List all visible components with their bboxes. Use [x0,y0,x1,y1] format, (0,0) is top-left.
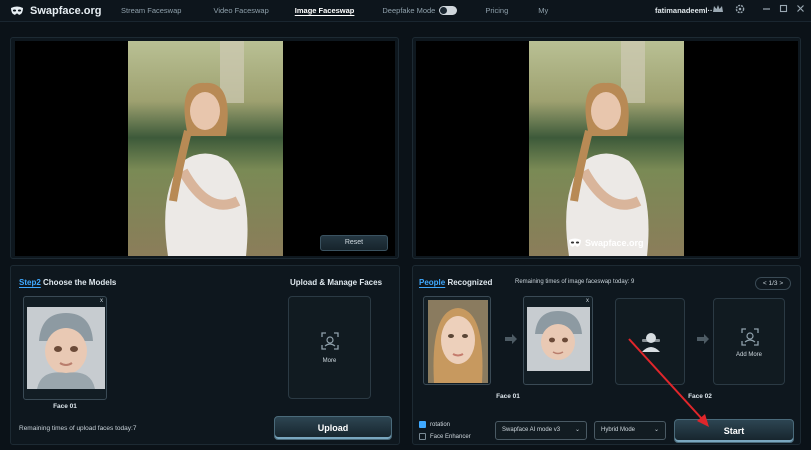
upload-manage-title: Upload & Manage Faces [290,278,383,287]
app-logo[interactable]: Swapface.org [10,5,110,17]
detected-face-2-card[interactable] [615,298,685,385]
model-face-label: Face 01 [53,403,77,410]
watermark: Swapface.org [568,238,644,248]
person-placeholder-icon [642,333,660,352]
user-name[interactable]: fatimanadeeml·· [655,6,713,15]
add-more-card[interactable]: Add More [713,298,785,385]
ai-mode-value: Swapface AI mode v3 [502,427,561,433]
face-02-label: Face 02 [688,393,712,400]
settings-icon[interactable] [734,4,746,16]
source-photo [128,41,283,256]
watermark-text: Swapface.org [585,238,644,248]
remove-target-face-icon[interactable]: x [586,298,589,304]
target-face-1-image [527,307,590,371]
face-01-label: Face 01 [496,393,520,400]
add-face-scan-icon [741,328,759,346]
nav-deepfake-mode[interactable]: Deepfake Mode [382,6,435,15]
nav-pricing[interactable]: Pricing [485,6,508,15]
nav-stream-faceswap[interactable]: Stream Faceswap [121,6,181,15]
models-panel: Step2 Choose the Models Upload & Manage … [10,265,400,445]
app-name: Swapface.org [30,4,102,17]
close-icon[interactable] [794,4,806,16]
face-scan-icon [321,332,339,350]
result-image-viewer: Swapface.org [416,41,798,256]
upload-button[interactable]: Upload [274,416,392,440]
detected-face-1-image [428,300,488,383]
people-section-title: People Recognized [419,278,493,287]
main-nav: Stream Faceswap Video Faceswap Image Fac… [121,6,548,15]
face-enhancer-label: Face Enhancer [430,433,471,440]
minimize-icon[interactable] [760,4,772,16]
source-image-viewer: Reset [15,41,395,256]
rotation-label: rotation [430,421,451,428]
swap-arrow-1-icon [504,334,518,347]
hybrid-mode-select[interactable]: Hybrid Mode ⌄ [594,421,666,440]
watermark-mask-icon [569,238,581,247]
reset-button[interactable]: Reset [320,235,388,251]
chevron-down-icon: ⌄ [574,427,580,433]
swap-arrow-2-icon [696,334,710,347]
model-face-image [27,307,105,389]
chevron-down-icon: ⌄ [653,427,659,433]
model-face-card[interactable]: x [23,296,107,400]
upload-remaining-text: Remaining times of upload faces today:7 [19,425,137,432]
models-section-title: Step2 Choose the Models [19,278,117,287]
top-bar: Swapface.org Stream Faceswap Video Faces… [0,0,811,22]
nav-video-faceswap[interactable]: Video Faceswap [213,6,268,15]
rotation-checkbox[interactable]: rotation [419,421,450,428]
crown-icon[interactable] [712,4,724,16]
more-faces-card[interactable]: More [288,296,371,399]
more-label: More [322,358,337,364]
deepfake-mode-toggle[interactable] [439,6,458,15]
face-enhancer-checkbox[interactable]: Face Enhancer [419,433,471,440]
start-button[interactable]: Start [674,419,794,443]
nav-my[interactable]: My [538,6,548,15]
nav-image-faceswap[interactable]: Image Faceswap [295,6,355,15]
target-face-1-card[interactable]: x [523,296,593,385]
maximize-icon[interactable] [777,4,789,16]
result-image-panel: Swapface.org [412,37,801,259]
face-enhancer-check-icon[interactable] [419,433,426,440]
add-more-label: Add More [735,352,762,358]
people-panel: People Recognized Remaining times of ima… [412,265,801,445]
result-photo [529,41,684,256]
mask-icon [11,6,23,15]
remove-face-icon[interactable]: x [100,298,103,304]
source-image-panel: Reset [10,37,399,259]
face-pager[interactable]: < 1/3 > [755,277,791,290]
hybrid-mode-value: Hybrid Mode [601,427,636,433]
rotation-check-icon[interactable] [419,421,426,428]
detected-face-1-card[interactable] [423,296,491,385]
faceswap-remaining-text: Remaining times of image faceswap today:… [515,279,635,285]
ai-mode-select[interactable]: Swapface AI mode v3 ⌄ [495,421,587,440]
